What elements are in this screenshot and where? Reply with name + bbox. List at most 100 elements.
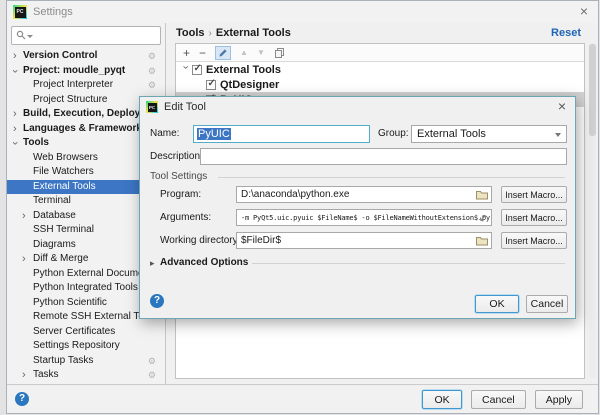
group-value: External Tools [417, 128, 486, 140]
tree-toggle-icon[interactable] [13, 107, 22, 122]
window-titlebar: PC Settings × [7, 1, 598, 23]
sidebar-item[interactable]: Version Control ⚙ [7, 49, 165, 64]
sidebar-item-label: Startup Tasks [33, 355, 93, 366]
checkbox[interactable] [192, 65, 202, 75]
help-icon[interactable]: ? [15, 392, 29, 406]
tree-toggle-icon[interactable] [22, 368, 31, 383]
sidebar-item-label: Python Integrated Tools [33, 282, 138, 293]
insert-macro-button-arguments[interactable]: Insert Macro... [501, 209, 567, 226]
program-label: Program: [160, 189, 201, 200]
copy-icon[interactable] [274, 47, 285, 58]
pycharm-logo-text: PC [148, 103, 157, 112]
dialog-title: Edit Tool [164, 101, 206, 113]
working-directory-input[interactable]: $FileDir$ [236, 232, 492, 249]
gear-icon: ⚙ [148, 368, 156, 383]
gear-icon: ⚙ [148, 78, 156, 93]
tree-toggle-icon[interactable] [22, 209, 31, 224]
add-icon[interactable]: + [183, 47, 190, 59]
settings-bottom-bar: ? OK Cancel Apply [7, 384, 598, 413]
tree-toggle-icon[interactable]: › [180, 65, 192, 74]
breadcrumb-parent[interactable]: Tools [176, 27, 205, 39]
sidebar-item-label: Terminal [33, 195, 71, 206]
help-icon[interactable]: ? [150, 294, 164, 308]
sidebar-item[interactable]: Settings Repository ⚙ [7, 339, 165, 354]
group-dropdown[interactable]: External Tools [411, 125, 567, 143]
breadcrumb: Tools › External Tools [176, 27, 291, 39]
tree-root-label: External Tools [206, 64, 281, 76]
sidebar-item[interactable]: Project: moudle_pyqt ⚙ [7, 64, 165, 79]
breadcrumb-separator: › [209, 28, 212, 39]
checkbox[interactable] [206, 80, 216, 90]
gear-icon: ⚙ [148, 354, 156, 369]
tree-toggle-icon[interactable] [13, 49, 22, 64]
tree-toggle-icon[interactable] [22, 252, 31, 267]
tree-toggle-icon[interactable] [13, 122, 22, 137]
scrollbar[interactable] [589, 43, 596, 378]
sidebar-item-label: Diff & Merge [33, 253, 88, 264]
tool-settings-section-title: Tool Settings [150, 171, 207, 182]
sidebar-item-label: Server Certificates [33, 326, 115, 337]
ok-button[interactable]: OK [475, 295, 519, 313]
program-input[interactable]: D:\anaconda\python.exe [236, 186, 492, 203]
move-up-icon[interactable]: ▲ [240, 49, 248, 57]
close-icon[interactable]: × [558, 98, 566, 114]
advanced-options-toggle-icon[interactable]: ▸ [150, 258, 155, 269]
ok-button[interactable]: OK [422, 390, 462, 409]
arguments-label: Arguments: [160, 212, 211, 223]
pycharm-logo-text: PC [15, 7, 26, 18]
sidebar-item[interactable]: Server Certificates ⚙ [7, 325, 165, 340]
apply-button[interactable]: Apply [535, 390, 583, 409]
advanced-options-label[interactable]: Advanced Options [160, 257, 248, 268]
tree-row-root[interactable]: › External Tools [176, 62, 584, 77]
cancel-button[interactable]: Cancel [471, 390, 526, 409]
edit-tool-dialog: PC Edit Tool × Name: PyUIC Group: Extern… [139, 96, 576, 319]
insert-macro-button-workdir[interactable]: Insert Macro... [501, 232, 567, 249]
sidebar-item-label: Project Interpreter [33, 79, 113, 90]
edit-icon[interactable] [215, 46, 231, 60]
sidebar-item-label: Python Scientific [33, 297, 107, 308]
expand-field-icon[interactable] [478, 213, 488, 225]
search-options-caret-icon[interactable] [27, 35, 33, 38]
insert-macro-button-program[interactable]: Insert Macro... [501, 186, 567, 203]
tree-toggle-icon[interactable] [13, 136, 22, 151]
search-input[interactable] [11, 26, 161, 45]
advanced-divider [252, 263, 565, 264]
search-icon [16, 30, 33, 40]
description-input[interactable] [200, 148, 567, 165]
sidebar-item-label: Diagrams [33, 239, 76, 250]
sidebar-item[interactable]: Tasks ⚙ [7, 368, 165, 383]
sidebar-item-label: Web Browsers [33, 152, 98, 163]
cancel-button[interactable]: Cancel [526, 295, 568, 313]
chevron-down-icon [555, 133, 561, 137]
sidebar-item[interactable]: Startup Tasks ⚙ [7, 354, 165, 369]
sidebar-item-label: Tools [23, 137, 49, 148]
folder-icon[interactable] [476, 236, 488, 249]
tree-row[interactable]: QtDesigner [176, 77, 584, 92]
name-input[interactable]: PyUIC [193, 125, 370, 143]
reset-link[interactable]: Reset [551, 27, 581, 39]
pycharm-logo-icon: PC [146, 101, 158, 113]
section-divider [218, 177, 565, 178]
sidebar-item-label: Tasks [33, 369, 59, 380]
name-value-selected: PyUIC [197, 128, 231, 140]
remove-icon[interactable]: − [199, 47, 206, 59]
group-label: Group: [378, 128, 409, 139]
sidebar-item-label: SSH Terminal [33, 224, 94, 235]
sidebar-item-label: External Tools [33, 181, 96, 192]
sidebar-item[interactable]: Project Interpreter ⚙ [7, 78, 165, 93]
dialog-titlebar: PC Edit Tool × [140, 97, 575, 118]
sidebar-item-label: Project Structure [33, 94, 107, 105]
breadcrumb-current: External Tools [216, 27, 291, 39]
tree-toggle-icon[interactable] [13, 64, 22, 79]
scrollbar-thumb[interactable] [589, 44, 596, 136]
arguments-value: -m PyQt5.uic.pyuic $FileName$ -o $FileNa… [241, 214, 490, 222]
arguments-input[interactable]: -m PyQt5.uic.pyuic $FileName$ -o $FileNa… [236, 209, 492, 226]
name-label: Name: [150, 128, 179, 139]
folder-icon[interactable] [476, 190, 488, 203]
working-directory-label: Working directory: [160, 235, 240, 246]
tree-item-label: QtDesigner [220, 79, 279, 91]
gear-icon: ⚙ [148, 49, 156, 64]
move-down-icon[interactable]: ▼ [257, 49, 265, 57]
close-icon[interactable]: × [580, 3, 588, 19]
sidebar-item-label: Database [33, 210, 76, 221]
